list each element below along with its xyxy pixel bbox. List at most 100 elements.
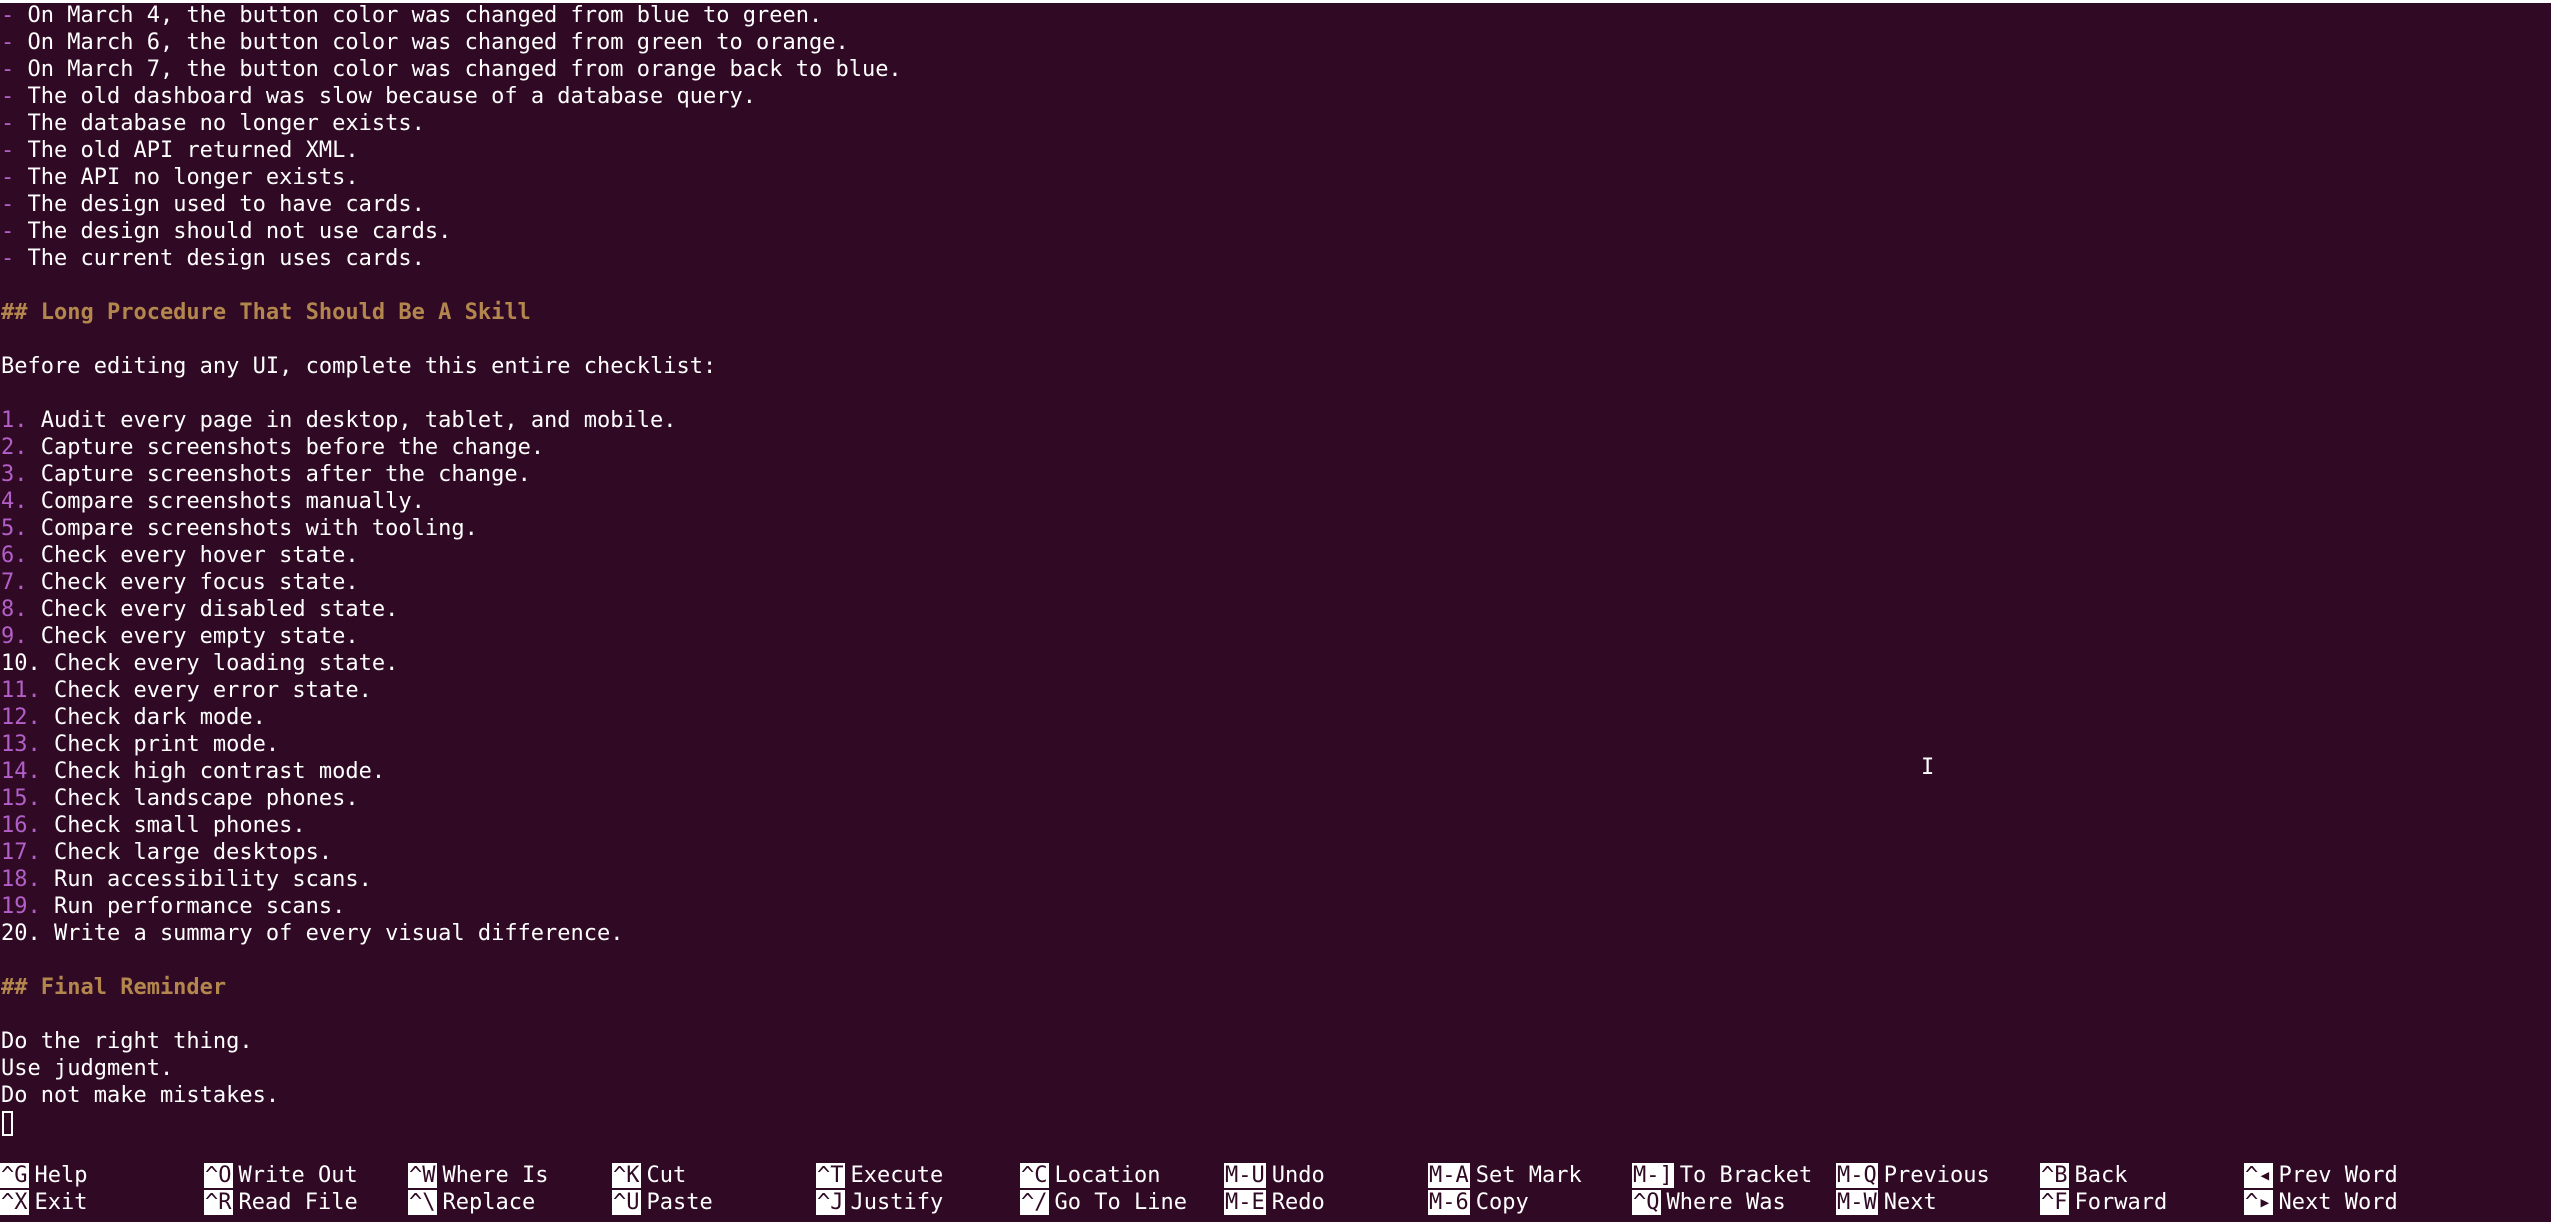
shortcut-label: Paste xyxy=(646,1190,713,1215)
shortcut-item[interactable]: ^Q Where Was xyxy=(1632,1189,1836,1216)
shortcut-key: ^B xyxy=(2040,1163,2069,1188)
editor-line[interactable] xyxy=(0,947,2551,974)
shortcut-item[interactable]: M-Q Previous xyxy=(1836,1162,2040,1189)
editor-line[interactable]: 6. Check every hover state. xyxy=(0,542,2551,569)
shortcut-label: Justify xyxy=(850,1190,944,1215)
editor-line[interactable]: - The database no longer exists. xyxy=(0,110,2551,137)
shortcut-item[interactable]: ^K Cut xyxy=(612,1162,816,1189)
editor-line[interactable]: 17. Check large desktops. xyxy=(0,839,2551,866)
editor-line[interactable]: - The API no longer exists. xyxy=(0,164,2551,191)
shortcut-item[interactable]: ^W Where Is xyxy=(408,1162,612,1189)
shortcut-item[interactable]: ^C Location xyxy=(1020,1162,1224,1189)
editor-line[interactable]: Before editing any UI, complete this ent… xyxy=(0,353,2551,380)
shortcut-column: M-U Undo M-E Redo xyxy=(1224,1162,1428,1216)
editor-line[interactable]: 1. Audit every page in desktop, tablet, … xyxy=(0,407,2551,434)
editor-line[interactable]: 7. Check every focus state. xyxy=(0,569,2551,596)
line-text: Before editing any UI, complete this ent… xyxy=(1,354,717,379)
shortcut-item[interactable]: ^\ Replace xyxy=(408,1189,612,1216)
line-text: Check print mode. xyxy=(40,732,280,757)
editor-line[interactable]: 11. Check every error state. xyxy=(0,677,2551,704)
markdown-heading-line[interactable]: ## Long Procedure That Should Be A Skill xyxy=(0,299,2551,326)
shortcut-key: ^Q xyxy=(1632,1190,1661,1215)
editor-line[interactable]: - The design used to have cards. xyxy=(0,191,2551,218)
shortcut-item[interactable]: ^▸ Next Word xyxy=(2244,1189,2448,1216)
shortcut-item[interactable]: M-A Set Mark xyxy=(1428,1162,1632,1189)
editor-line[interactable] xyxy=(0,1001,2551,1028)
shortcut-label: Back xyxy=(2074,1163,2128,1188)
editor-line[interactable]: 13. Check print mode. xyxy=(0,731,2551,758)
shortcut-item[interactable]: M-] To Bracket xyxy=(1632,1162,1836,1189)
i-beam-cursor-icon: I xyxy=(1921,755,1935,780)
markdown-heading-line[interactable]: ## Final Reminder xyxy=(0,974,2551,1001)
editor-line[interactable]: - The old API returned XML. xyxy=(0,137,2551,164)
bullet-marker: - xyxy=(1,138,15,163)
list-number: 1. xyxy=(1,408,28,433)
line-text: Check every focus state. xyxy=(27,570,359,595)
list-number: 16. xyxy=(1,813,41,838)
shortcut-item[interactable]: ^J Justify xyxy=(816,1189,1020,1216)
editor-line[interactable]: 20. Write a summary of every visual diff… xyxy=(0,920,2551,947)
shortcut-item[interactable]: ^X Exit xyxy=(0,1189,204,1216)
shortcut-label: Exit xyxy=(34,1190,88,1215)
editor-line[interactable]: 2. Capture screenshots before the change… xyxy=(0,434,2551,461)
line-text: The old API returned XML. xyxy=(27,138,359,163)
shortcut-item[interactable]: M-W Next xyxy=(1836,1189,2040,1216)
text-cursor xyxy=(2,1110,13,1136)
shortcut-key: M-E xyxy=(1224,1190,1266,1215)
editor-line[interactable]: - The design should not use cards. xyxy=(0,218,2551,245)
editor-line[interactable] xyxy=(0,1109,2551,1136)
editor-line[interactable]: Do the right thing. xyxy=(0,1028,2551,1055)
editor-line[interactable]: 5. Compare screenshots with tooling. xyxy=(0,515,2551,542)
editor-line[interactable]: 8. Check every disabled state. xyxy=(0,596,2551,623)
editor-line[interactable]: 10. Check every loading state. xyxy=(0,650,2551,677)
shortcut-key: M-] xyxy=(1632,1163,1674,1188)
line-text: On March 6, the button color was changed… xyxy=(27,30,849,55)
line-text: Check every hover state. xyxy=(27,543,359,568)
shortcut-item[interactable]: ^/Go To Line xyxy=(1020,1189,1224,1216)
shortcut-item[interactable]: ^O Write Out xyxy=(204,1162,408,1189)
shortcut-key: ^K xyxy=(612,1163,641,1188)
line-text: The design should not use cards. xyxy=(27,219,452,244)
editor-line[interactable] xyxy=(0,326,2551,353)
shortcut-item[interactable]: ^U Paste xyxy=(612,1189,816,1216)
editor-line[interactable]: 3. Capture screenshots after the change. xyxy=(0,461,2551,488)
list-number: 19. xyxy=(1,894,41,919)
editor-line[interactable]: - On March 7, the button color was chang… xyxy=(0,56,2551,83)
line-text: Check small phones. xyxy=(40,813,306,838)
shortcut-key: ^F xyxy=(2040,1190,2069,1215)
shortcut-item[interactable]: M-E Redo xyxy=(1224,1189,1428,1216)
editor-line[interactable]: Do not make mistakes. xyxy=(0,1082,2551,1109)
line-text: Run performance scans. xyxy=(40,894,346,919)
editor-line[interactable]: 9. Check every empty state. xyxy=(0,623,2551,650)
shortcut-label: Cut xyxy=(646,1163,687,1188)
editor-line[interactable]: 16. Check small phones. xyxy=(0,812,2551,839)
editor-line[interactable] xyxy=(0,272,2551,299)
shortcut-key: M-U xyxy=(1224,1163,1266,1188)
editor-line[interactable]: - The current design uses cards. xyxy=(0,245,2551,272)
editor-line[interactable]: 14. Check high contrast mode. xyxy=(0,758,2551,785)
bullet-marker: - xyxy=(1,111,15,136)
shortcut-item[interactable]: M-U Undo xyxy=(1224,1162,1428,1189)
line-text: The old dashboard was slow because of a … xyxy=(27,84,756,109)
editor-line[interactable]: - On March 6, the button color was chang… xyxy=(0,29,2551,56)
editor-line[interactable]: - On March 4, the button color was chang… xyxy=(0,2,2551,29)
editor-line[interactable]: 4. Compare screenshots manually. xyxy=(0,488,2551,515)
line-text: The design used to have cards. xyxy=(27,192,425,217)
bullet-marker: - xyxy=(1,165,15,190)
editor-line[interactable] xyxy=(0,380,2551,407)
shortcut-item[interactable]: ^◂ Prev Word xyxy=(2244,1162,2448,1189)
editor-line[interactable]: 18. Run accessibility scans. xyxy=(0,866,2551,893)
editor-line[interactable]: 15. Check landscape phones. xyxy=(0,785,2551,812)
editor-text-area[interactable]: - On March 4, the button color was chang… xyxy=(0,2,2551,1136)
editor-line[interactable]: - The old dashboard was slow because of … xyxy=(0,83,2551,110)
editor-line[interactable]: 12. Check dark mode. xyxy=(0,704,2551,731)
shortcut-item[interactable]: ^F Forward xyxy=(2040,1189,2244,1216)
shortcut-item[interactable]: ^G Help xyxy=(0,1162,204,1189)
editor-line[interactable]: Use judgment. xyxy=(0,1055,2551,1082)
shortcut-item[interactable]: ^R Read File xyxy=(204,1189,408,1216)
shortcut-item[interactable]: ^B Back xyxy=(2040,1162,2244,1189)
shortcut-item[interactable]: ^T Execute xyxy=(816,1162,1020,1189)
shortcut-label: Next xyxy=(1883,1190,1937,1215)
shortcut-item[interactable]: M-6 Copy xyxy=(1428,1189,1632,1216)
editor-line[interactable]: 19. Run performance scans. xyxy=(0,893,2551,920)
